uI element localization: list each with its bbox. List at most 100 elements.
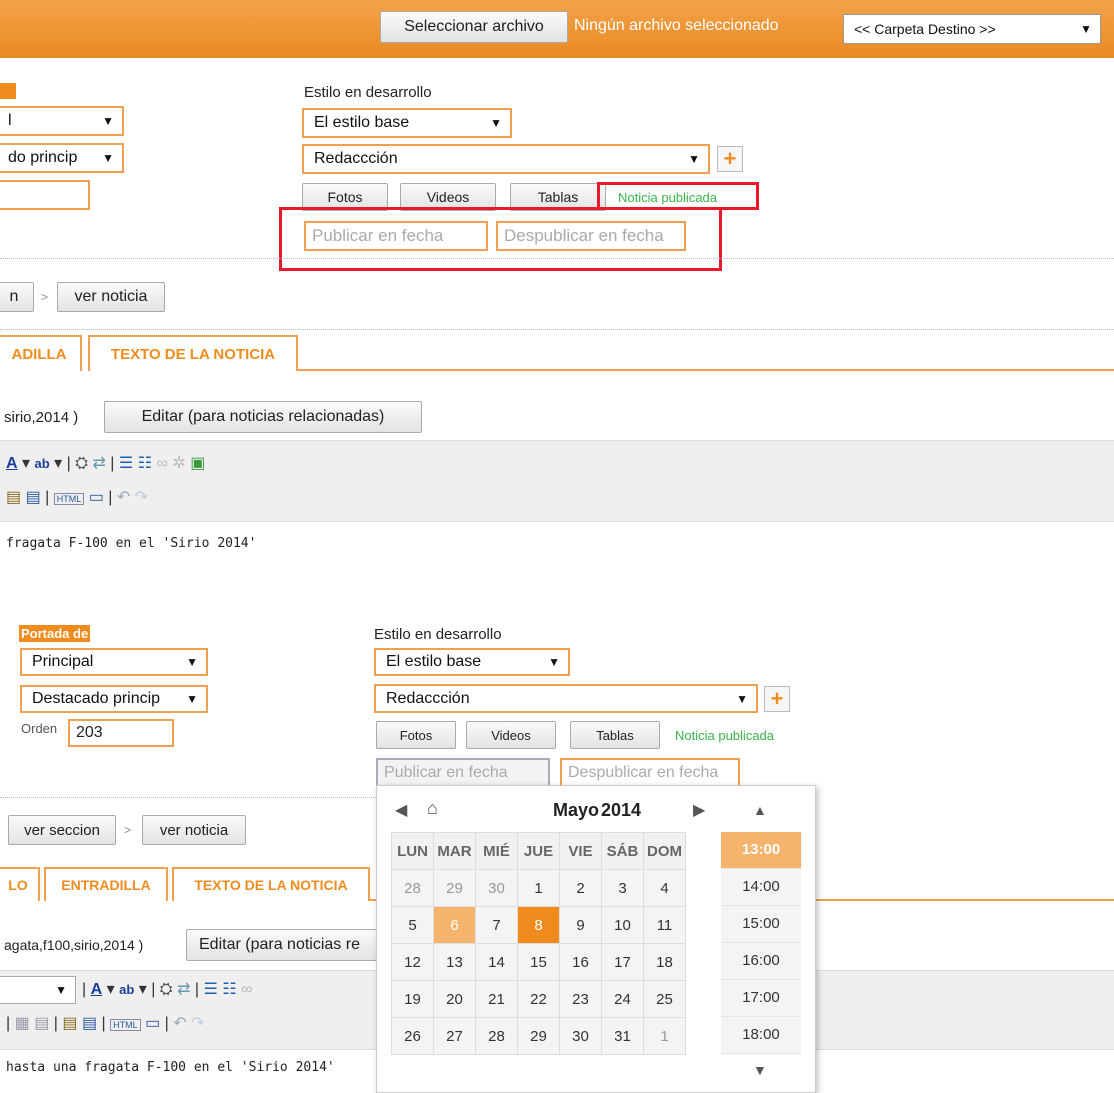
find-icon[interactable]: ⛭ <box>75 455 88 472</box>
paste-text-icon[interactable]: ▤ <box>62 1015 77 1032</box>
calendar-day[interactable]: 5 <box>391 906 434 944</box>
html-icon[interactable]: HTML <box>110 1019 141 1031</box>
image-icon[interactable]: ▣ <box>190 455 205 472</box>
calendar-day[interactable]: 9 <box>559 906 602 944</box>
calendar-day[interactable]: 12 <box>391 943 434 981</box>
calendar-day[interactable]: 10 <box>601 906 644 944</box>
add-section-button[interactable]: + <box>764 686 790 712</box>
ver-seccion-button[interactable]: n <box>0 282 34 312</box>
orden-input[interactable] <box>0 180 90 210</box>
add-section-button[interactable]: + <box>717 146 743 172</box>
paste-word-icon[interactable]: ▤ <box>26 489 41 506</box>
ver-seccion-button[interactable]: ver seccion <box>8 815 116 845</box>
calendar-day[interactable]: 29 <box>517 1017 560 1055</box>
calendar-day[interactable]: 22 <box>517 980 560 1018</box>
replace-icon[interactable]: ⇄ <box>177 981 190 998</box>
home-icon[interactable]: ⌂ <box>427 798 438 819</box>
unpublish-date-input[interactable]: Despublicar en fecha <box>560 758 740 788</box>
publish-date-input[interactable]: Publicar en fecha <box>376 758 550 788</box>
section-select[interactable]: Redaccción ▼ <box>374 684 758 713</box>
html-icon[interactable]: HTML <box>53 493 85 505</box>
ver-noticia-button[interactable]: ver noticia <box>142 815 246 845</box>
ver-noticia-button[interactable]: ver noticia <box>57 282 165 312</box>
style-select[interactable]: El estilo base ▼ <box>374 648 570 676</box>
calendar-day[interactable]: 19 <box>391 980 434 1018</box>
choose-file-button[interactable]: Seleccionar archivo <box>380 11 568 43</box>
time-option[interactable]: 18:00 <box>721 1017 801 1054</box>
time-option[interactable]: 15:00 <box>721 906 801 943</box>
calendar-day[interactable]: 16 <box>559 943 602 981</box>
calendar-day[interactable]: 23 <box>559 980 602 1018</box>
calendar-day[interactable]: 15 <box>517 943 560 981</box>
calendar-day[interactable]: 21 <box>475 980 518 1018</box>
videos-button[interactable]: Videos <box>466 721 556 749</box>
find-icon[interactable]: ⛭ <box>160 981 173 998</box>
bullet-list-icon[interactable]: ☰ <box>119 455 133 472</box>
calendar-day[interactable]: 7 <box>475 906 518 944</box>
paste-text-icon[interactable]: ▤ <box>6 489 21 506</box>
bullet-list-icon[interactable]: ☰ <box>204 981 218 998</box>
editor-content[interactable]: hasta una fragata F-100 en el 'Sirio 201… <box>6 1060 335 1075</box>
preview-icon[interactable]: ▭ <box>89 489 104 506</box>
next-month-icon[interactable]: ▶ <box>693 800 705 820</box>
time-scroll-down-icon[interactable]: ▼ <box>753 1062 767 1078</box>
time-option-selected[interactable]: 13:00 <box>721 832 801 869</box>
calendar-day[interactable]: 2 <box>559 869 602 907</box>
replace-icon[interactable]: ⇄ <box>92 455 105 472</box>
calendar-day[interactable]: 28 <box>391 869 434 907</box>
calendar-day[interactable]: 1 <box>517 869 560 907</box>
edit-related-button[interactable]: Editar (para noticias re <box>186 929 382 961</box>
unlink-icon[interactable]: ✲ <box>172 455 185 472</box>
tab-texto-noticia[interactable]: TEXTO DE LA NOTICIA <box>172 867 370 901</box>
calendar-day[interactable]: 11 <box>643 906 686 944</box>
style-select[interactable]: El estilo base ▼ <box>302 108 512 138</box>
tab-texto-noticia[interactable]: TEXTO DE LA NOTICIA <box>88 335 298 371</box>
tablas-button[interactable]: Tablas <box>570 721 660 749</box>
calendar-day[interactable]: 3 <box>601 869 644 907</box>
calendar-day[interactable]: 28 <box>475 1017 518 1055</box>
calendar-day[interactable]: 24 <box>601 980 644 1018</box>
undo-icon[interactable]: ↶ <box>117 489 130 506</box>
preview-icon[interactable]: ▭ <box>145 1015 160 1032</box>
calendar-day[interactable]: 31 <box>601 1017 644 1055</box>
table-props-icon[interactable]: ▤ <box>34 1015 49 1032</box>
unpublish-date-input[interactable]: Despublicar en fecha <box>496 221 686 251</box>
calendar-day[interactable]: 4 <box>643 869 686 907</box>
portada-select[interactable]: Principal ▼ <box>20 648 208 676</box>
destacado-select[interactable]: Destacado princip ▼ <box>20 685 208 713</box>
edit-related-button[interactable]: Editar (para noticias relacionadas) <box>104 401 422 433</box>
calendar-day[interactable]: 29 <box>433 869 476 907</box>
fotos-button[interactable]: Fotos <box>376 721 456 749</box>
highlight-color-icon[interactable]: ab <box>34 456 49 471</box>
section-select[interactable]: Redaccción ▼ <box>302 144 710 174</box>
calendar-day[interactable]: 1 <box>643 1017 686 1055</box>
calendar-day[interactable]: 30 <box>559 1017 602 1055</box>
undo-icon[interactable]: ↶ <box>173 1015 186 1032</box>
destacado-select[interactable]: do princip ▼ <box>0 143 124 173</box>
calendar-day[interactable]: 14 <box>475 943 518 981</box>
publish-date-input[interactable]: Publicar en fecha <box>304 221 488 251</box>
highlight-color-icon[interactable]: ab <box>119 982 134 997</box>
time-option[interactable]: 16:00 <box>721 943 801 980</box>
paste-word-icon[interactable]: ▤ <box>82 1015 97 1032</box>
folder-select[interactable]: << Carpeta Destino >> ▼ <box>843 14 1101 44</box>
calendar-day-selected[interactable]: 6 <box>433 906 476 944</box>
link-icon[interactable]: ∞ <box>241 981 252 998</box>
calendar-day-today[interactable]: 8 <box>517 906 560 944</box>
time-option[interactable]: 14:00 <box>721 869 801 906</box>
portada-select[interactable]: l ▼ <box>0 106 124 136</box>
editor-content[interactable]: fragata F-100 en el 'Sirio 2014' <box>6 536 256 551</box>
tab-titulo[interactable]: LO <box>0 867 40 901</box>
tab-entradilla[interactable]: ENTRADILLA <box>44 867 168 901</box>
calendar-day[interactable]: 17 <box>601 943 644 981</box>
redo-icon[interactable]: ↷ <box>191 1015 204 1032</box>
orden-input[interactable]: 203 <box>68 719 174 747</box>
calendar-day[interactable]: 13 <box>433 943 476 981</box>
calendar-day[interactable]: 26 <box>391 1017 434 1055</box>
numbered-list-icon[interactable]: ☷ <box>222 981 236 998</box>
calendar-day[interactable]: 25 <box>643 980 686 1018</box>
font-color-icon[interactable]: A <box>91 981 103 998</box>
link-icon[interactable]: ∞ <box>157 455 168 472</box>
prev-month-icon[interactable]: ◀ <box>395 800 407 820</box>
font-color-icon[interactable]: A <box>6 455 18 472</box>
